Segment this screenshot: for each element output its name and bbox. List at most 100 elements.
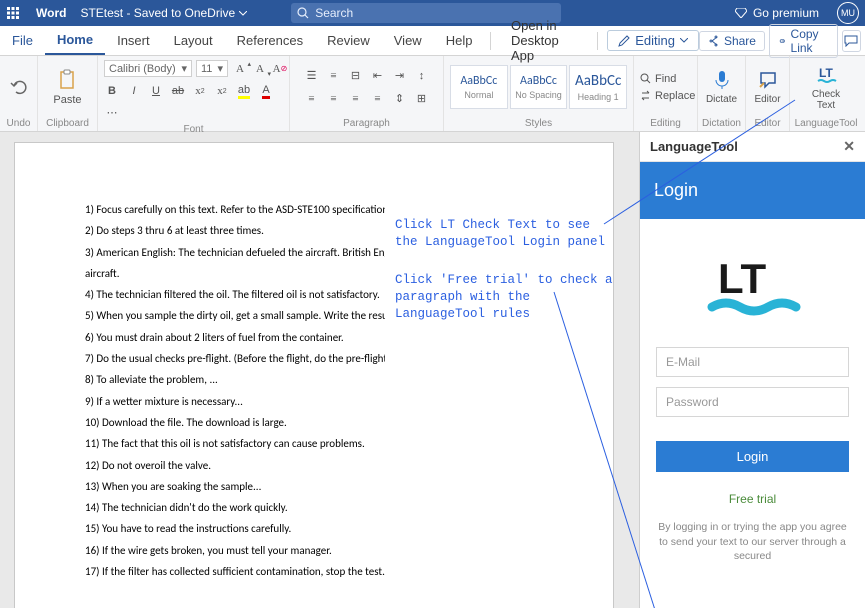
check-text-button[interactable]: LTCheck Text	[808, 61, 844, 114]
ribbon-group-undo: Undo	[0, 56, 38, 131]
highlight-button[interactable]: ab	[236, 83, 252, 99]
superscript-button[interactable]: x2	[214, 83, 230, 99]
doc-line[interactable]: 2) Do steps 3 thru 6 at least three time…	[85, 224, 385, 238]
login-button[interactable]: Login	[656, 441, 849, 472]
multilevel-button[interactable]: ⊟	[348, 68, 364, 84]
panel-header: LanguageTool ✕	[640, 132, 865, 162]
share-button[interactable]: Share	[699, 31, 765, 51]
ribbon: Undo Paste Clipboard Calibri (Body) ▾ 11…	[0, 56, 865, 132]
go-premium-label: Go premium	[753, 6, 819, 20]
search-icon	[297, 7, 309, 19]
doc-line[interactable]: 5) When you sample the dirty oil, get a …	[85, 309, 385, 323]
doc-line[interactable]: 10) Download the file. The download is l…	[85, 416, 385, 430]
italic-button[interactable]: I	[126, 83, 142, 99]
tab-layout[interactable]: Layout	[162, 26, 225, 55]
chevron-down-icon	[239, 11, 247, 16]
ribbon-group-dictation: Dictate Dictation	[698, 56, 746, 131]
grow-font-icon[interactable]: A▴	[232, 61, 248, 77]
shrink-font-icon[interactable]: A▾	[252, 61, 268, 77]
align-left-button[interactable]: ≡	[304, 91, 320, 107]
panel-login-header: Login	[640, 162, 865, 219]
tab-home[interactable]: Home	[45, 26, 105, 55]
languagetool-logo: LT	[640, 219, 865, 347]
doc-line[interactable]: 12) Do not overoil the valve.	[85, 459, 385, 473]
ribbon-group-editing: Find Replace Editing	[634, 56, 698, 131]
doc-line[interactable]: 9) If a wetter mixture is necessary...	[85, 395, 385, 409]
doc-line[interactable]: 14) The technician didn't do the work qu…	[85, 501, 385, 515]
font-color-button[interactable]: A	[258, 83, 274, 99]
annotation-2: Click 'Free trial' to check a paragraph …	[395, 272, 613, 323]
ribbon-group-font: Calibri (Body) ▾ 11 ▾ A▴ A▾ A⊘ B I U ab …	[98, 56, 290, 131]
doc-line[interactable]: aircraft.	[85, 267, 385, 281]
editor-icon	[757, 69, 779, 91]
copy-link-button[interactable]: Copy Link	[769, 24, 838, 58]
email-field[interactable]	[656, 347, 849, 377]
dictate-button[interactable]: Dictate	[702, 66, 741, 108]
doc-line[interactable]: 7) Do the usual checks pre-flight. (Befo…	[85, 352, 385, 366]
annotation-1: Click LT Check Text to see the LanguageT…	[395, 217, 605, 251]
find-button[interactable]: Find	[640, 73, 676, 85]
indent-button[interactable]: ⇥	[392, 68, 408, 84]
doc-line[interactable]: 15) You have to read the instructions ca…	[85, 522, 385, 536]
doc-line[interactable]: 17) If the filter has collected sufficie…	[85, 565, 385, 579]
replace-icon	[640, 90, 651, 101]
font-name-select[interactable]: Calibri (Body) ▾	[104, 60, 192, 77]
borders-button[interactable]: ⊞	[414, 91, 430, 107]
numbering-button[interactable]: ≡	[326, 68, 342, 84]
undo-button[interactable]	[4, 73, 34, 101]
bullets-button[interactable]: ☰	[304, 68, 320, 84]
free-trial-link[interactable]: Free trial	[656, 482, 849, 516]
clear-format-icon[interactable]: A⊘	[272, 61, 288, 77]
doc-line[interactable]: 13) When you are soaking the sample...	[85, 480, 385, 494]
app-name: Word	[26, 6, 76, 20]
comments-button[interactable]	[842, 30, 861, 52]
font-size-select[interactable]: 11 ▾	[196, 60, 228, 77]
style-no-spacing[interactable]: AaBbCcNo Spacing	[510, 65, 568, 109]
search-icon	[640, 73, 651, 84]
doc-line[interactable]: 16) If the wire gets broken, you must te…	[85, 544, 385, 558]
tab-review[interactable]: Review	[315, 26, 382, 55]
doc-line[interactable]: 11) The fact that this oil is not satisf…	[85, 437, 385, 451]
editor-button[interactable]: Editor	[750, 66, 784, 108]
line-spacing-button[interactable]: ⇕	[392, 91, 408, 107]
undo-icon	[8, 76, 30, 98]
document-title-text: STEtest - Saved to OneDrive	[80, 6, 235, 20]
share-icon	[708, 35, 720, 47]
tab-references[interactable]: References	[225, 26, 315, 55]
style-heading-1[interactable]: AaBbCcHeading 1	[569, 65, 627, 109]
replace-button[interactable]: Replace	[640, 90, 695, 102]
tab-help[interactable]: Help	[434, 26, 485, 55]
editing-mode-button[interactable]: Editing	[607, 30, 699, 51]
document-title[interactable]: STEtest - Saved to OneDrive	[76, 6, 251, 20]
align-center-button[interactable]: ≡	[326, 91, 342, 107]
outdent-button[interactable]: ⇤	[370, 68, 386, 84]
user-avatar[interactable]: MU	[837, 2, 859, 24]
go-premium-button[interactable]: Go premium	[723, 6, 831, 20]
bold-button[interactable]: B	[104, 83, 120, 99]
panel-footer-text: By logging in or trying the app you agre…	[640, 516, 865, 564]
languagetool-icon: LT	[815, 64, 837, 86]
doc-line[interactable]: 8) To alleviate the problem, ...	[85, 373, 385, 387]
close-icon[interactable]: ✕	[843, 138, 855, 155]
tab-file[interactable]: File	[0, 26, 45, 55]
paste-button[interactable]: Paste	[49, 66, 85, 109]
style-normal[interactable]: AaBbCcNormal	[450, 65, 508, 109]
tab-insert[interactable]: Insert	[105, 26, 162, 55]
app-launcher-icon[interactable]	[0, 0, 26, 26]
password-field[interactable]	[656, 387, 849, 417]
sort-button[interactable]: ↕	[414, 68, 430, 84]
document-canvas[interactable]: 1) Focus carefully on this text. Refer t…	[0, 132, 639, 608]
doc-line[interactable]: 4) The technician filtered the oil. The …	[85, 288, 385, 302]
comment-icon	[844, 35, 858, 47]
subscript-button[interactable]: x2	[192, 83, 208, 99]
document-page[interactable]: 1) Focus carefully on this text. Refer t…	[14, 142, 614, 608]
underline-button[interactable]: U	[148, 83, 164, 99]
strike-button[interactable]: ab	[170, 83, 186, 99]
more-font-icon[interactable]: ⋯	[104, 104, 120, 120]
align-right-button[interactable]: ≡	[348, 91, 364, 107]
doc-line[interactable]: 6) You must drain about 2 liters of fuel…	[85, 331, 385, 345]
doc-line[interactable]: 3) American English: The technician defu…	[85, 246, 385, 260]
tab-view[interactable]: View	[382, 26, 434, 55]
doc-line[interactable]: 1) Focus carefully on this text. Refer t…	[85, 203, 385, 217]
justify-button[interactable]: ≡	[370, 91, 386, 107]
